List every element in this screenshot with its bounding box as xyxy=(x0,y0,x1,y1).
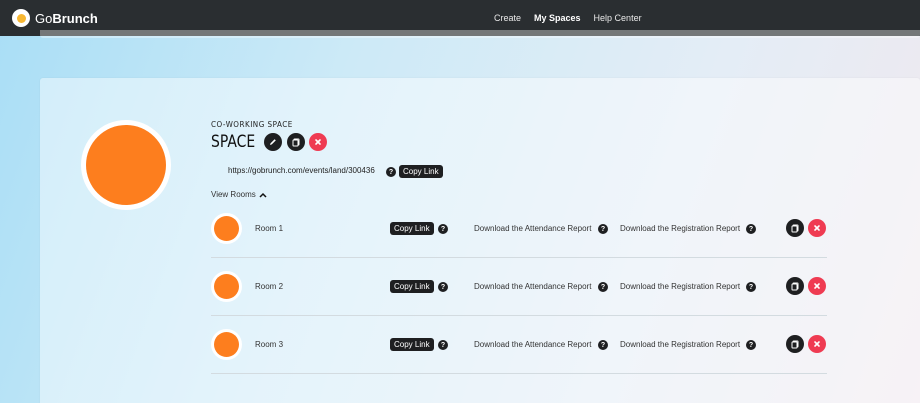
delete-room-button[interactable] xyxy=(808,277,826,295)
room-avatar xyxy=(211,213,242,244)
registration-report-link[interactable]: Download the Registration Report xyxy=(620,340,740,349)
help-icon[interactable]: ? xyxy=(746,282,756,292)
help-icon[interactable]: ? xyxy=(438,282,448,292)
help-icon[interactable]: ? xyxy=(386,167,396,177)
attendance-report-link[interactable]: Download the Attendance Report xyxy=(474,282,591,291)
x-icon xyxy=(315,139,321,145)
room-copy-link-button[interactable]: Copy Link xyxy=(390,280,434,293)
room-avatar xyxy=(211,329,242,360)
room-copy-link-button[interactable]: Copy Link xyxy=(390,222,434,235)
help-icon[interactable]: ? xyxy=(438,340,448,350)
registration-report-link[interactable]: Download the Registration Report xyxy=(620,282,740,291)
room-row: Room 3 Copy Link ? Download the Attendan… xyxy=(211,316,827,374)
row-divider xyxy=(211,373,827,374)
copy-room-button[interactable] xyxy=(786,277,804,295)
help-icon[interactable]: ? xyxy=(746,340,756,350)
help-icon[interactable]: ? xyxy=(746,224,756,234)
view-rooms-toggle[interactable]: View Rooms xyxy=(211,190,267,199)
room-row: Room 1 Copy Link ? Download the Attendan… xyxy=(211,200,827,258)
space-type: CO-WORKING SPACE xyxy=(211,120,293,129)
copy-space-button[interactable] xyxy=(287,133,305,151)
nav-my-spaces[interactable]: My Spaces xyxy=(534,13,581,23)
copy-space-link-button[interactable]: Copy Link xyxy=(399,165,443,178)
delete-room-button[interactable] xyxy=(808,335,826,353)
copy-icon xyxy=(791,282,799,291)
x-icon xyxy=(814,283,820,289)
copy-icon xyxy=(791,224,799,233)
help-icon[interactable]: ? xyxy=(598,340,608,350)
logo-icon xyxy=(12,9,30,27)
copy-room-button[interactable] xyxy=(786,335,804,353)
view-rooms-label: View Rooms xyxy=(211,190,256,199)
help-icon[interactable]: ? xyxy=(438,224,448,234)
x-icon xyxy=(814,341,820,347)
copy-icon xyxy=(791,340,799,349)
delete-room-button[interactable] xyxy=(808,219,826,237)
help-icon[interactable]: ? xyxy=(598,224,608,234)
registration-report-link[interactable]: Download the Registration Report xyxy=(620,224,740,233)
nav-create[interactable]: Create xyxy=(494,13,521,23)
space-avatar xyxy=(81,120,171,210)
delete-space-button[interactable] xyxy=(309,133,327,151)
room-name: Room 1 xyxy=(255,224,284,233)
copy-room-button[interactable] xyxy=(786,219,804,237)
gobrunch-logo[interactable]: GoBrunch xyxy=(12,9,98,27)
edit-space-button[interactable] xyxy=(264,133,282,151)
room-name: Room 2 xyxy=(255,282,284,291)
copy-icon xyxy=(292,138,300,147)
x-icon xyxy=(814,225,820,231)
space-url: https://gobrunch.com/events/land/300436 xyxy=(228,166,375,175)
chevron-up-icon xyxy=(259,192,267,198)
room-name: Room 3 xyxy=(255,340,284,349)
room-avatar xyxy=(211,271,242,302)
room-row: Room 2 Copy Link ? Download the Attendan… xyxy=(211,258,827,316)
logo-text: GoBrunch xyxy=(35,10,98,26)
attendance-report-link[interactable]: Download the Attendance Report xyxy=(474,224,591,233)
space-name: SPACE xyxy=(211,132,256,152)
previous-card-edge xyxy=(40,30,920,38)
nav-help-center[interactable]: Help Center xyxy=(594,13,642,23)
attendance-report-link[interactable]: Download the Attendance Report xyxy=(474,340,591,349)
help-icon[interactable]: ? xyxy=(598,282,608,292)
pencil-icon xyxy=(270,139,276,145)
room-copy-link-button[interactable]: Copy Link xyxy=(390,338,434,351)
